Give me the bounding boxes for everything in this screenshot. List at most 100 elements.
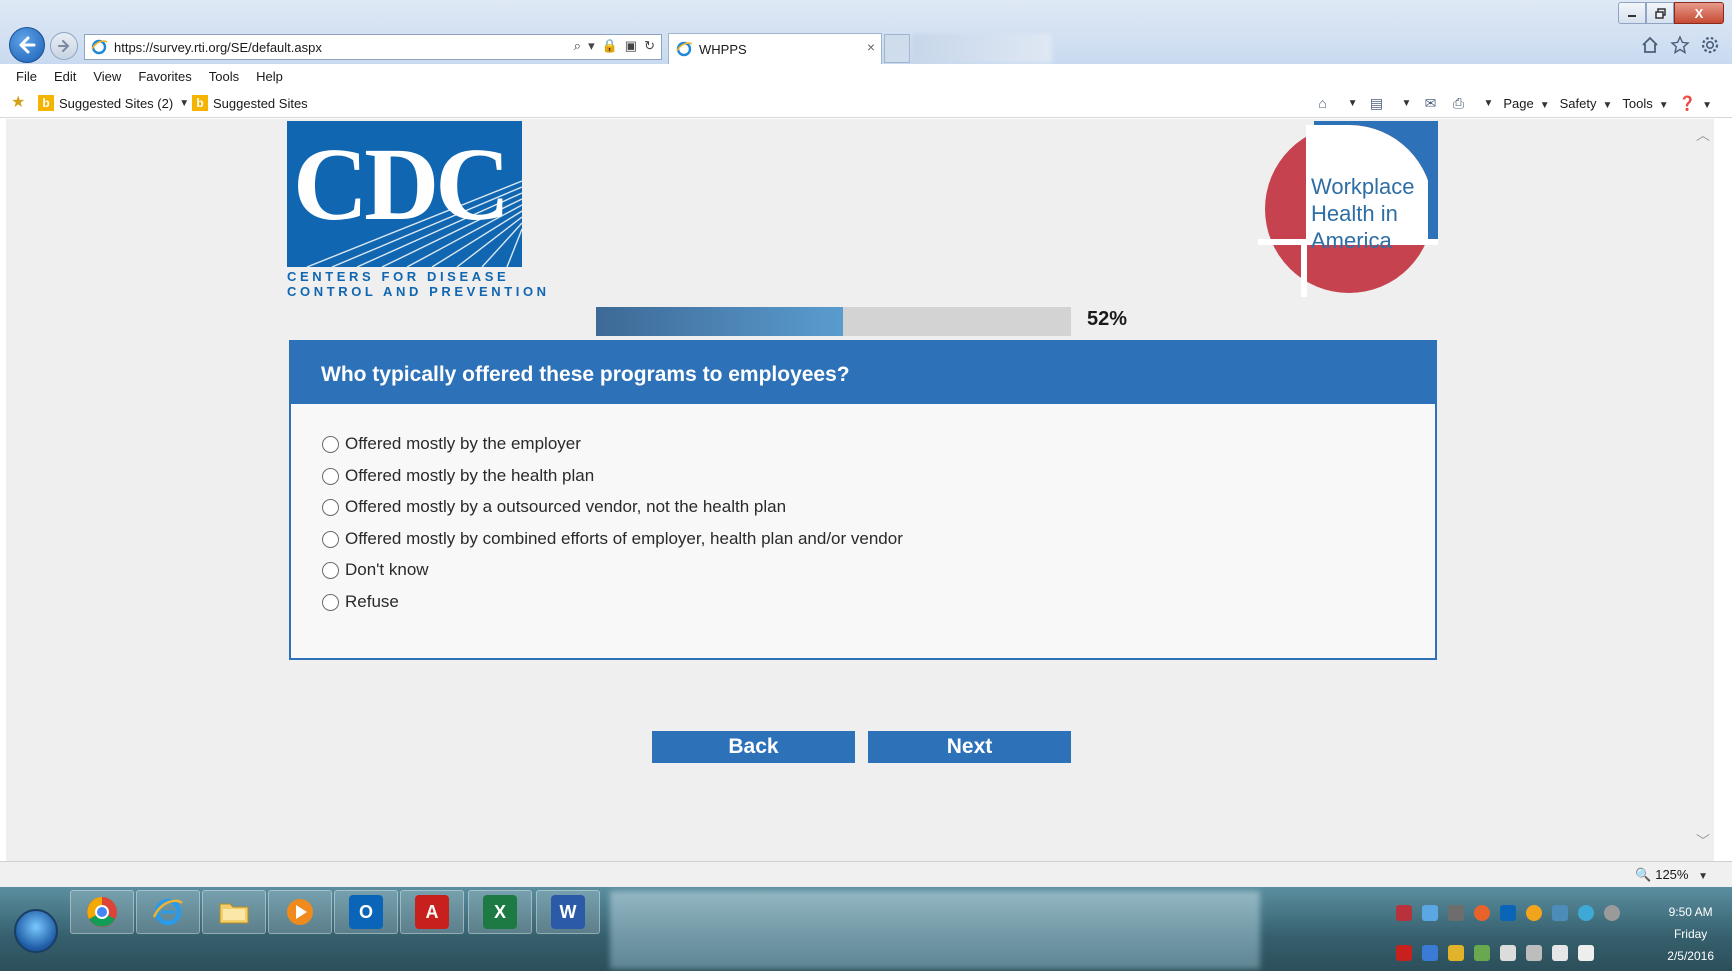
- globe-icon[interactable]: [1578, 905, 1594, 921]
- radio-button[interactable]: [322, 530, 339, 548]
- mail-icon[interactable]: ✉: [1421, 94, 1439, 112]
- page-content[interactable]: ︿ ﹀ CDC CENTERS FOR DISEASE CONTROL AND …: [6, 119, 1714, 861]
- lock-icon[interactable]: 🔒: [602, 38, 618, 54]
- page-menu[interactable]: Page ▼: [1503, 96, 1549, 111]
- back-button[interactable]: Back: [652, 731, 855, 763]
- tools-menu[interactable]: Tools ▼: [1622, 96, 1668, 111]
- refresh-icon[interactable]: ↻: [644, 38, 655, 54]
- chevron-down-icon[interactable]: ▼: [1348, 98, 1358, 109]
- favorite-label: Suggested Sites: [213, 95, 308, 111]
- power-icon[interactable]: [1526, 945, 1542, 961]
- taskbar-word[interactable]: W: [536, 890, 600, 934]
- next-button[interactable]: Next: [868, 731, 1071, 763]
- menu-edit[interactable]: Edit: [54, 69, 76, 84]
- safety-menu-label: Safety: [1559, 95, 1597, 111]
- menu-favorites[interactable]: Favorites: [138, 69, 191, 84]
- help-menu[interactable]: ❓ ▼: [1679, 94, 1712, 112]
- radio-button[interactable]: [322, 435, 339, 453]
- bing-icon: b: [38, 95, 54, 111]
- app-tray-icon[interactable]: [1552, 905, 1568, 921]
- network-icon[interactable]: [1448, 905, 1464, 921]
- back-navigation-button[interactable]: [9, 27, 45, 63]
- browser-status-bar: 🔍 125% ▼: [0, 861, 1732, 887]
- acrobat-tray-icon[interactable]: [1396, 945, 1412, 961]
- clock-date: 2/5/2016: [1667, 949, 1714, 963]
- chevron-down-icon[interactable]: ▼: [1483, 98, 1493, 109]
- favorites-star-icon[interactable]: [1670, 35, 1690, 55]
- system-tray: 9:50 AM Friday 2/5/2016: [1390, 887, 1732, 971]
- menu-file[interactable]: File: [16, 69, 37, 84]
- zoom-level: 125%: [1655, 867, 1689, 882]
- notification-icon[interactable]: [1526, 905, 1542, 921]
- option-label: Offered mostly by the health plan: [345, 466, 595, 485]
- clock-time: 9:50 AM: [1668, 905, 1713, 919]
- gear-icon[interactable]: [1700, 35, 1720, 55]
- new-tab-button[interactable]: [884, 34, 910, 63]
- taskbar-media-player[interactable]: [268, 890, 332, 934]
- zoom-control[interactable]: 🔍 125% ▼: [1635, 867, 1708, 883]
- taskbar-file-explorer[interactable]: [202, 890, 266, 934]
- start-button[interactable]: [14, 909, 58, 953]
- scroll-down-icon[interactable]: ﹀: [1696, 831, 1710, 851]
- windows-taskbar: O A X W 9:50 AM Friday 2/5/2016: [0, 887, 1732, 971]
- onedrive-icon[interactable]: [1422, 905, 1438, 921]
- radio-button[interactable]: [322, 498, 339, 516]
- taskbar-acrobat[interactable]: A: [400, 890, 464, 934]
- chevron-down-icon: ▼: [1602, 99, 1613, 111]
- command-bar: ⌂ ▼ ▤ ▼ ✉ ⎙ ▼ Page ▼ Safety ▼ Tools ▼ ❓ ▼: [1314, 94, 1712, 112]
- address-bar[interactable]: https://survey.rti.org/SE/default.aspx ⌕…: [84, 34, 662, 60]
- taskbar-outlook[interactable]: O: [334, 890, 398, 934]
- radio-button[interactable]: [322, 467, 339, 485]
- add-favorite-star-icon[interactable]: ★: [11, 93, 31, 113]
- option-outsourced-vendor[interactable]: Offered mostly by a outsourced vendor, n…: [322, 497, 786, 517]
- home-icon[interactable]: [1640, 35, 1660, 55]
- scroll-up-icon[interactable]: ︿: [1696, 125, 1710, 145]
- option-health-plan[interactable]: Offered mostly by the health plan: [322, 466, 594, 486]
- security-icon[interactable]: [1474, 945, 1490, 961]
- forward-navigation-button[interactable]: [50, 32, 78, 60]
- update-icon[interactable]: [1474, 905, 1490, 921]
- bluetooth-icon[interactable]: [1422, 945, 1438, 961]
- option-dont-know[interactable]: Don't know: [322, 560, 429, 580]
- favorite-suggested-sites-dropdown[interactable]: b Suggested Sites (2) ▼: [38, 94, 189, 112]
- menu-view[interactable]: View: [93, 69, 121, 84]
- folder-icon: [219, 903, 249, 924]
- system-clock[interactable]: 9:50 AM Friday 2/5/2016: [1667, 901, 1714, 967]
- volume-icon[interactable]: [1578, 945, 1594, 961]
- radio-button[interactable]: [322, 593, 339, 611]
- option-employer[interactable]: Offered mostly by the employer: [322, 434, 581, 454]
- search-icon[interactable]: ⌕: [574, 38, 581, 54]
- menu-tools[interactable]: Tools: [209, 69, 239, 84]
- outlook-tray-icon[interactable]: [1500, 905, 1516, 921]
- cdc-logo-letters: CDC: [293, 127, 510, 242]
- home-icon[interactable]: ⌂: [1314, 94, 1332, 112]
- taskbar-excel[interactable]: X: [468, 890, 532, 934]
- shield-icon[interactable]: [1396, 905, 1412, 921]
- close-tab-icon[interactable]: ×: [867, 39, 875, 55]
- option-label: Refuse: [345, 592, 399, 611]
- print-icon[interactable]: ⎙: [1449, 94, 1467, 112]
- flag-icon[interactable]: [1500, 945, 1516, 961]
- media-player-icon: [287, 899, 313, 925]
- chevron-down-icon[interactable]: ▾: [588, 38, 595, 54]
- wifi-signal-icon[interactable]: [1552, 945, 1568, 961]
- option-combined-efforts[interactable]: Offered mostly by combined efforts of em…: [322, 529, 903, 549]
- lock-icon[interactable]: [1448, 945, 1464, 961]
- taskbar-internet-explorer[interactable]: [136, 890, 200, 934]
- minimize-button[interactable]: [1618, 2, 1646, 24]
- service-icon[interactable]: [1604, 905, 1620, 921]
- option-refuse[interactable]: Refuse: [322, 592, 399, 612]
- restore-button[interactable]: [1646, 2, 1674, 24]
- favorite-suggested-sites[interactable]: b Suggested Sites: [192, 94, 308, 112]
- window-close-button[interactable]: X: [1674, 2, 1724, 24]
- option-label: Offered mostly by combined efforts of em…: [345, 529, 903, 548]
- chevron-down-icon[interactable]: ▼: [1402, 98, 1412, 109]
- excel-icon: X: [483, 895, 517, 929]
- compatibility-view-icon[interactable]: ▣: [625, 38, 637, 54]
- tab-whpps[interactable]: WHPPS ×: [668, 33, 882, 64]
- taskbar-chrome[interactable]: [70, 890, 134, 934]
- safety-menu[interactable]: Safety ▼: [1560, 96, 1613, 111]
- radio-button[interactable]: [322, 561, 339, 579]
- menu-help[interactable]: Help: [256, 69, 283, 84]
- rss-feed-icon[interactable]: ▤: [1368, 94, 1386, 112]
